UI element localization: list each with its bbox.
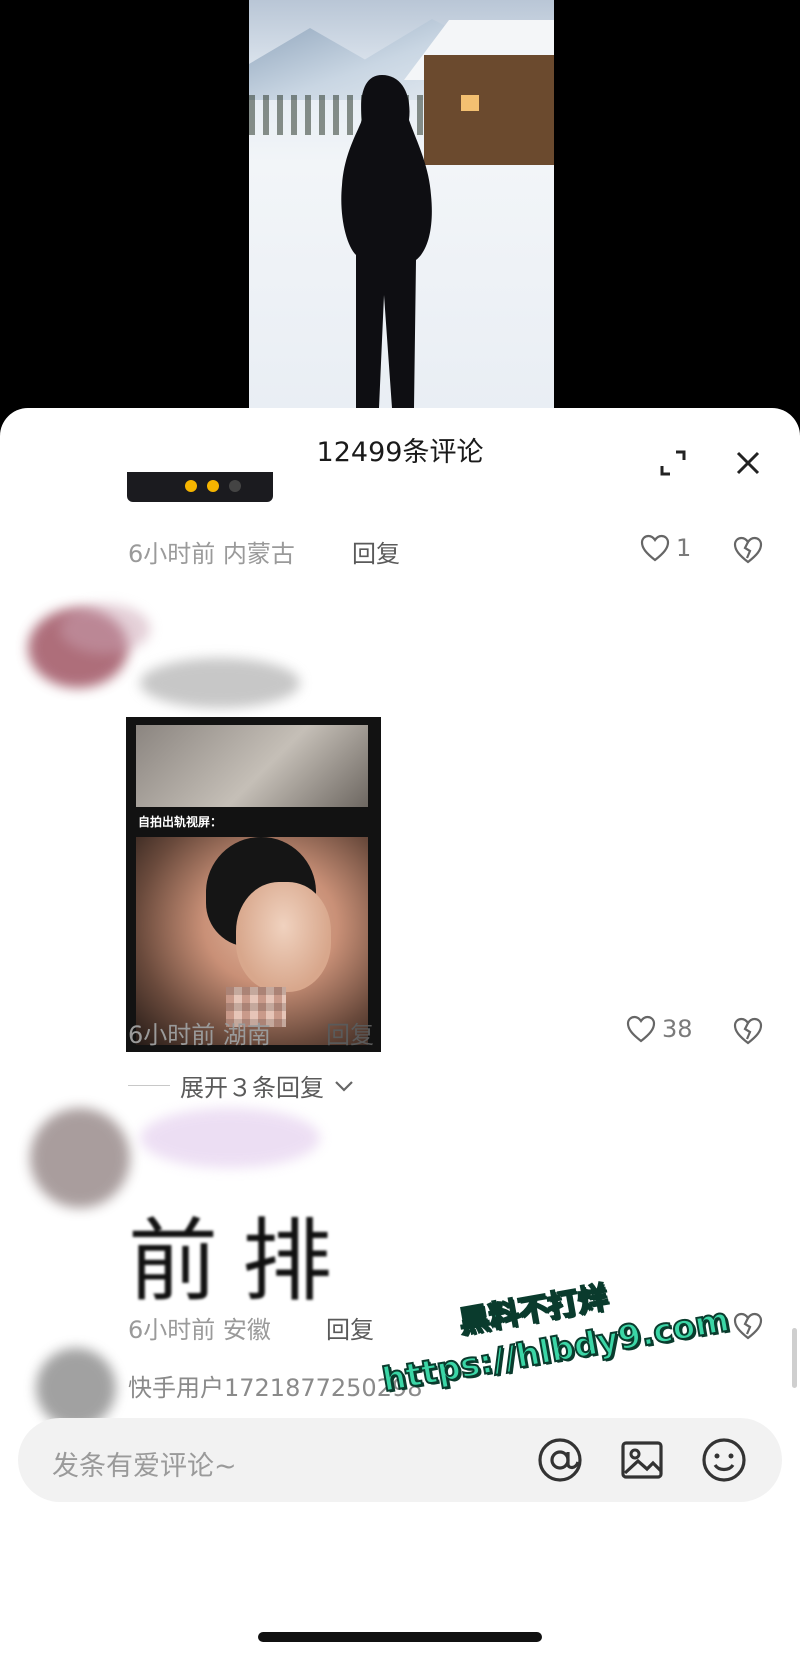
person-silhouette (341, 75, 432, 408)
close-icon[interactable] (735, 450, 761, 476)
image-face (236, 882, 331, 992)
like-count: 1 (676, 534, 692, 562)
reply-button[interactable]: 回复 (352, 534, 400, 569)
next-comment-username[interactable]: 快手用户1721877250298 (128, 1368, 423, 1403)
thumbnail-dot (207, 480, 219, 492)
cabin (424, 55, 554, 165)
avatar[interactable] (36, 1348, 116, 1428)
avatar-blur (60, 604, 150, 654)
comment-image[interactable]: 自拍出轨视屏： (126, 717, 381, 1052)
heart-icon (640, 534, 670, 562)
avatar[interactable] (30, 1108, 130, 1208)
video-frame[interactable] (249, 0, 554, 408)
username-blur (140, 658, 300, 708)
chevron-down-icon (335, 1080, 353, 1092)
like-button[interactable]: 1 (640, 534, 691, 562)
like-count: 38 (662, 1015, 693, 1043)
image-main-region (136, 837, 368, 1045)
panel-header: 12499条评论 (0, 408, 800, 488)
comment-image-thumbnail[interactable] (127, 472, 273, 502)
video-player[interactable] (0, 0, 800, 420)
expand-replies-button[interactable]: 展开３条回复 (128, 1068, 354, 1103)
comment-text: 前排 (128, 1209, 356, 1314)
image-caption: 自拍出轨视屏： (138, 815, 223, 829)
scrollbar[interactable] (792, 1328, 797, 1388)
divider (128, 1085, 170, 1086)
comments-panel: 12499条评论 6小时前 内蒙古 回复 1 自拍出轨视屏： 6小时前 湖南 回… (0, 408, 800, 1659)
comment-time-location: 6小时前 湖南 (128, 1021, 271, 1049)
broken-heart-icon (733, 536, 763, 564)
emoji-icon[interactable] (700, 1436, 748, 1484)
username-blur (140, 1108, 320, 1168)
dislike-button[interactable] (733, 536, 763, 564)
broken-heart-icon (733, 1312, 763, 1340)
image-icon[interactable] (618, 1436, 666, 1484)
reply-button[interactable]: 回复 (326, 1015, 374, 1050)
at-icon[interactable] (536, 1436, 584, 1484)
heart-icon (626, 1015, 656, 1043)
expand-icon[interactable] (660, 450, 686, 476)
dislike-button[interactable] (733, 1017, 763, 1045)
thumbnail-dot (185, 480, 197, 492)
comment-input-bar[interactable]: 发条有爱评论~ (18, 1418, 782, 1502)
thumbnail-dot (229, 480, 241, 492)
expand-replies-label: 展开３条回复 (180, 1074, 324, 1102)
reply-button[interactable]: 回复 (326, 1310, 374, 1345)
comment-time-location: 6小时前 内蒙古 (128, 540, 295, 568)
home-indicator (258, 1632, 542, 1642)
broken-heart-icon (733, 1017, 763, 1045)
cabin-window (461, 95, 479, 111)
like-button[interactable]: 38 (626, 1015, 693, 1043)
image-top-region (136, 725, 368, 807)
comment-time-location: 6小时前 安徽 (128, 1316, 271, 1344)
dislike-button[interactable] (733, 1312, 763, 1340)
comment-input-placeholder[interactable]: 发条有爱评论~ (52, 1444, 237, 1483)
